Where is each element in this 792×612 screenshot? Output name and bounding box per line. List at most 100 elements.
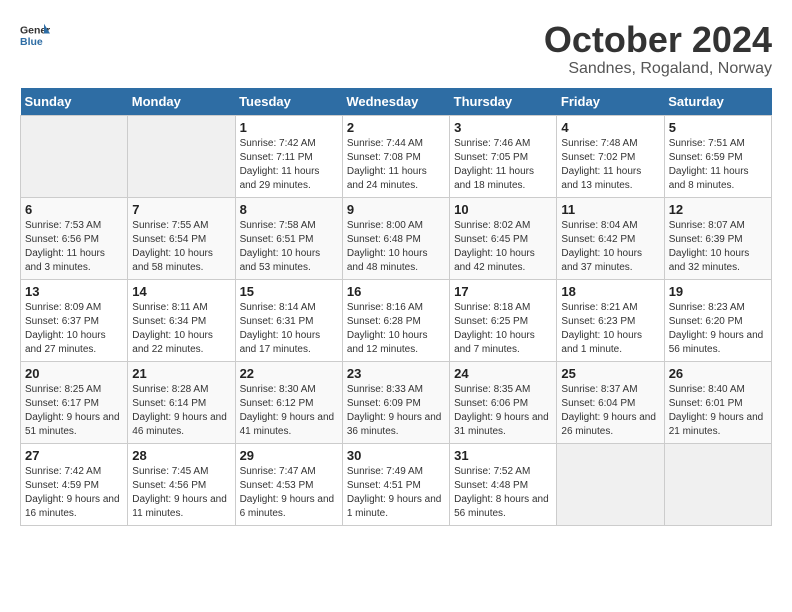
day-number: 30 xyxy=(347,448,445,463)
day-number: 9 xyxy=(347,202,445,217)
calendar-cell: 15 Sunrise: 8:14 AM Sunset: 6:31 PM Dayli… xyxy=(235,279,342,361)
calendar-cell: 5Sunrise: 7:51 AM Sunset: 6:59 PM Daylig… xyxy=(664,115,771,197)
day-number: 25 xyxy=(561,366,659,381)
day-info: Sunrise: 8:16 AM Sunset: 6:28 PM Dayligh… xyxy=(347,301,445,357)
day-number: 17 xyxy=(454,284,552,299)
day-info: Sunrise: 8:30 AM Sunset: 6:12 PM Dayligh… xyxy=(240,383,338,439)
calendar-header-row: SundayMondayTuesdayWednesdayThursdayFrid… xyxy=(21,88,772,116)
day-info: Sunrise: 8:21 AM Sunset: 6:23 PM Dayligh… xyxy=(561,301,659,357)
logo-icon: General Blue xyxy=(20,20,50,50)
day-info: Sunrise: 7:52 AM Sunset: 4:48 PM Dayligh… xyxy=(454,465,552,521)
calendar-cell: 17 Sunrise: 8:18 AM Sunset: 6:25 PM Dayli… xyxy=(450,279,557,361)
day-info: Sunrise: 8:07 AM Sunset: 6:39 PM Dayligh… xyxy=(669,219,767,275)
calendar-cell: 26 Sunrise: 8:40 AM Sunset: 6:01 PM Dayli… xyxy=(664,361,771,443)
day-number: 23 xyxy=(347,366,445,381)
day-info: Sunrise: 8:40 AM Sunset: 6:01 PM Dayligh… xyxy=(669,383,767,439)
day-info: Sunrise: 7:58 AM Sunset: 6:51 PM Dayligh… xyxy=(240,219,338,275)
day-info: Sunrise: 8:35 AM Sunset: 6:06 PM Dayligh… xyxy=(454,383,552,439)
day-number: 26 xyxy=(669,366,767,381)
day-number: 1 xyxy=(240,120,338,135)
day-info: Sunrise: 8:23 AM Sunset: 6:20 PM Dayligh… xyxy=(669,301,767,357)
calendar-cell: 2 Sunrise: 7:44 AM Sunset: 7:08 PM Daylig… xyxy=(342,115,449,197)
day-info: Sunrise: 8:09 AM Sunset: 6:37 PM Dayligh… xyxy=(25,301,123,357)
day-number: 4 xyxy=(561,120,659,135)
calendar-cell: 3 Sunrise: 7:46 AM Sunset: 7:05 PM Daylig… xyxy=(450,115,557,197)
calendar-cell: 10 Sunrise: 8:02 AM Sunset: 6:45 PM Dayli… xyxy=(450,197,557,279)
day-number: 20 xyxy=(25,366,123,381)
day-info: Sunrise: 8:37 AM Sunset: 6:04 PM Dayligh… xyxy=(561,383,659,439)
calendar-cell: 18 Sunrise: 8:21 AM Sunset: 6:23 PM Dayli… xyxy=(557,279,664,361)
calendar-cell: 11 Sunrise: 8:04 AM Sunset: 6:42 PM Dayli… xyxy=(557,197,664,279)
day-number: 2 xyxy=(347,120,445,135)
day-info: Sunrise: 8:14 AM Sunset: 6:31 PM Dayligh… xyxy=(240,301,338,357)
header-friday: Friday xyxy=(557,88,664,116)
day-info: Sunrise: 8:18 AM Sunset: 6:25 PM Dayligh… xyxy=(454,301,552,357)
header-monday: Monday xyxy=(128,88,235,116)
calendar-cell: 25 Sunrise: 8:37 AM Sunset: 6:04 PM Dayli… xyxy=(557,361,664,443)
day-info: Sunrise: 8:28 AM Sunset: 6:14 PM Dayligh… xyxy=(132,383,230,439)
day-info: Sunrise: 7:47 AM Sunset: 4:53 PM Dayligh… xyxy=(240,465,338,521)
day-info: Sunrise: 7:46 AM Sunset: 7:05 PM Dayligh… xyxy=(454,137,552,193)
day-info: Sunrise: 8:11 AM Sunset: 6:34 PM Dayligh… xyxy=(132,301,230,357)
day-number: 3 xyxy=(454,120,552,135)
calendar-cell xyxy=(21,115,128,197)
day-number: 18 xyxy=(561,284,659,299)
calendar-cell: 13 Sunrise: 8:09 AM Sunset: 6:37 PM Dayli… xyxy=(21,279,128,361)
day-info: Sunrise: 8:04 AM Sunset: 6:42 PM Dayligh… xyxy=(561,219,659,275)
day-number: 27 xyxy=(25,448,123,463)
header-thursday: Thursday xyxy=(450,88,557,116)
day-number: 19 xyxy=(669,284,767,299)
calendar-cell: 19 Sunrise: 8:23 AM Sunset: 6:20 PM Dayli… xyxy=(664,279,771,361)
calendar-cell: 14 Sunrise: 8:11 AM Sunset: 6:34 PM Dayli… xyxy=(128,279,235,361)
header-wednesday: Wednesday xyxy=(342,88,449,116)
day-number: 12 xyxy=(669,202,767,217)
day-info: Sunrise: 7:45 AM Sunset: 4:56 PM Dayligh… xyxy=(132,465,230,521)
calendar-cell: 7Sunrise: 7:55 AM Sunset: 6:54 PM Daylig… xyxy=(128,197,235,279)
day-number: 29 xyxy=(240,448,338,463)
day-info: Sunrise: 7:42 AM Sunset: 4:59 PM Dayligh… xyxy=(25,465,123,521)
week-row-1: 1 Sunrise: 7:42 AM Sunset: 7:11 PM Daylig… xyxy=(21,115,772,197)
title-block: October 2024 Sandnes, Rogaland, Norway xyxy=(544,20,772,78)
day-number: 22 xyxy=(240,366,338,381)
day-number: 10 xyxy=(454,202,552,217)
calendar-cell: 12 Sunrise: 8:07 AM Sunset: 6:39 PM Dayli… xyxy=(664,197,771,279)
calendar-cell: 20 Sunrise: 8:25 AM Sunset: 6:17 PM Dayli… xyxy=(21,361,128,443)
header-sunday: Sunday xyxy=(21,88,128,116)
week-row-3: 13 Sunrise: 8:09 AM Sunset: 6:37 PM Dayli… xyxy=(21,279,772,361)
day-info: Sunrise: 7:51 AM Sunset: 6:59 PM Dayligh… xyxy=(669,137,767,193)
header-tuesday: Tuesday xyxy=(235,88,342,116)
day-number: 21 xyxy=(132,366,230,381)
day-info: Sunrise: 8:25 AM Sunset: 6:17 PM Dayligh… xyxy=(25,383,123,439)
svg-text:Blue: Blue xyxy=(20,36,43,48)
day-number: 11 xyxy=(561,202,659,217)
day-number: 28 xyxy=(132,448,230,463)
calendar-cell: 30Sunrise: 7:49 AM Sunset: 4:51 PM Dayli… xyxy=(342,443,449,525)
calendar-table: SundayMondayTuesdayWednesdayThursdayFrid… xyxy=(20,88,772,526)
week-row-5: 27 Sunrise: 7:42 AM Sunset: 4:59 PM Dayli… xyxy=(21,443,772,525)
calendar-cell: 22 Sunrise: 8:30 AM Sunset: 6:12 PM Dayli… xyxy=(235,361,342,443)
day-number: 8 xyxy=(240,202,338,217)
calendar-cell: 9Sunrise: 8:00 AM Sunset: 6:48 PM Daylig… xyxy=(342,197,449,279)
day-number: 31 xyxy=(454,448,552,463)
day-info: Sunrise: 7:48 AM Sunset: 7:02 PM Dayligh… xyxy=(561,137,659,193)
subtitle: Sandnes, Rogaland, Norway xyxy=(544,60,772,78)
day-info: Sunrise: 7:42 AM Sunset: 7:11 PM Dayligh… xyxy=(240,137,338,193)
page-header: General Blue October 2024 Sandnes, Rogal… xyxy=(20,20,772,78)
day-info: Sunrise: 8:02 AM Sunset: 6:45 PM Dayligh… xyxy=(454,219,552,275)
week-row-2: 6Sunrise: 7:53 AM Sunset: 6:56 PM Daylig… xyxy=(21,197,772,279)
calendar-cell: 6Sunrise: 7:53 AM Sunset: 6:56 PM Daylig… xyxy=(21,197,128,279)
calendar-cell: 29 Sunrise: 7:47 AM Sunset: 4:53 PM Dayli… xyxy=(235,443,342,525)
calendar-cell: 27 Sunrise: 7:42 AM Sunset: 4:59 PM Dayli… xyxy=(21,443,128,525)
day-info: Sunrise: 7:44 AM Sunset: 7:08 PM Dayligh… xyxy=(347,137,445,193)
calendar-cell xyxy=(128,115,235,197)
week-row-4: 20 Sunrise: 8:25 AM Sunset: 6:17 PM Dayli… xyxy=(21,361,772,443)
calendar-cell: 8 Sunrise: 7:58 AM Sunset: 6:51 PM Daylig… xyxy=(235,197,342,279)
day-number: 13 xyxy=(25,284,123,299)
day-number: 7 xyxy=(132,202,230,217)
day-number: 14 xyxy=(132,284,230,299)
logo: General Blue xyxy=(20,20,50,50)
calendar-cell: 31 Sunrise: 7:52 AM Sunset: 4:48 PM Dayli… xyxy=(450,443,557,525)
main-title: October 2024 xyxy=(544,20,772,60)
calendar-cell: 1 Sunrise: 7:42 AM Sunset: 7:11 PM Daylig… xyxy=(235,115,342,197)
day-number: 15 xyxy=(240,284,338,299)
